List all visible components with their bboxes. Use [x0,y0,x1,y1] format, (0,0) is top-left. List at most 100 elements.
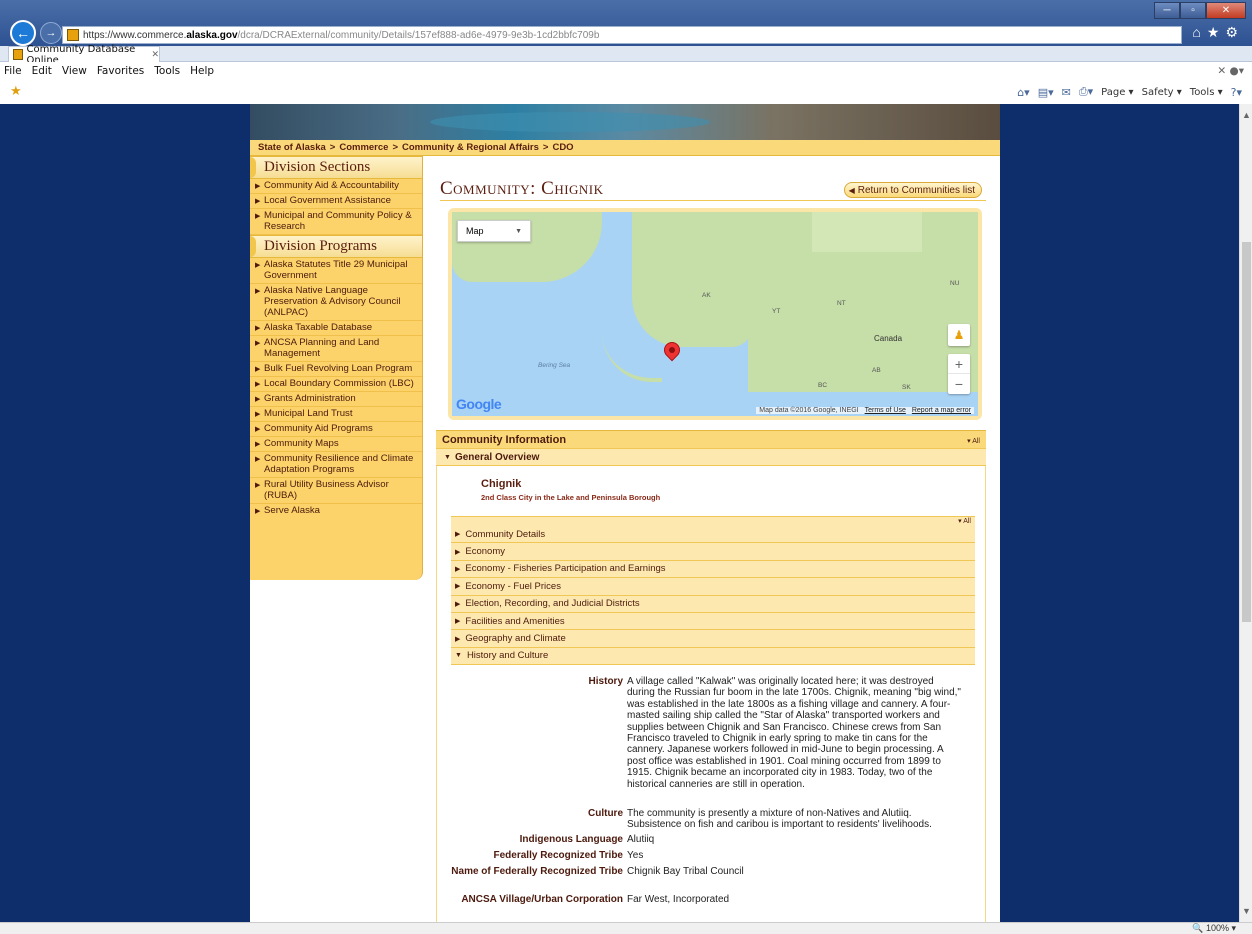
nav-programs-list: ▶ Alaska Statutes Title 29 Municipal Gove… [250,258,422,518]
minimize-button[interactable]: ─ [1154,2,1180,19]
field-label: Federally Recognized Tribe [493,850,623,861]
feeds-icon[interactable]: ▤▾ [1038,86,1054,99]
history-row: Name of Federally Recognized Tribe Chign… [437,866,987,894]
safety-menu[interactable]: Safety ▾ [1142,87,1182,98]
zoom-in-button[interactable]: + [948,354,970,374]
nav-link[interactable]: ▶ Local Government Assistance [250,194,422,209]
nav-arrow-icon: ▶ [255,508,261,515]
expand-all-toggle[interactable]: ▾ All [967,437,980,445]
section-community-details[interactable]: ▶ Community Details [451,526,975,544]
section-election-districts[interactable]: ▶ Election, Recording, and Judicial Distr… [451,595,975,613]
nav-link[interactable]: ▶ Alaska Statutes Title 29 Municipal Gove… [250,258,422,284]
nav-link[interactable]: ▶ Community Aid & Accountability [250,179,422,194]
nav-link[interactable]: ▶ ANCSA Planning and Land Management [250,336,422,362]
general-overview-label: General Overview [454,451,540,463]
nav-link[interactable]: ▶ Rural Utility Business Advisor (RUBA) [250,478,422,504]
map-zoom-control: + − [948,354,970,394]
collapsed-caret-icon: ▶ [455,618,461,626]
section-economy-fisheries[interactable]: ▶ Economy - Fisheries Participation and E… [451,560,975,579]
nav-arrow-icon: ▶ [255,213,261,220]
scrollbar-thumb[interactable] [1242,242,1251,622]
settings-gear-icon[interactable]: ⚙ [1225,24,1244,40]
nav-link[interactable]: ▶ Community Aid Programs [250,422,422,437]
section-history-culture[interactable]: ▼ History and Culture [451,647,975,666]
scroll-down-arrow-icon[interactable]: ▼ [1242,906,1251,916]
breadcrumb-dcra-link[interactable]: Community & Regional Affairs [402,142,539,153]
url-domain: alaska.gov [186,29,238,41]
favorites-star-icon[interactable]: ★ [1207,24,1226,40]
maximize-button[interactable]: ▫ [1180,2,1206,19]
scroll-up-arrow-icon[interactable]: ▲ [1242,110,1251,120]
nav-arrow-icon: ▶ [255,396,261,403]
address-bar[interactable]: https://www.commerce. alaska.gov/dcra/DCR… [62,26,1182,44]
tab-active[interactable]: Community Database Online ✕ [8,44,160,66]
nav-arrow-icon: ▶ [255,456,261,463]
print-icon[interactable]: ⎙▾ [1079,85,1093,99]
section-geography-climate[interactable]: ▶ Geography and Climate [451,630,975,648]
lock-icon[interactable]: ▣ [1142,29,1155,41]
community-map[interactable]: AK YT NT NU Canada Bering Sea BC AB SK M… [452,212,978,416]
nav-link[interactable]: ▶ Local Boundary Commission (LBC) [250,377,422,392]
nav-arrow-icon: ▶ [255,366,261,373]
vertical-scrollbar[interactable]: ▲ ▼ [1239,104,1252,922]
mail-icon[interactable]: ✉ [1062,86,1071,99]
close-button[interactable]: ✕ [1206,2,1246,19]
breadcrumb-state-link[interactable]: State of Alaska [258,142,326,153]
browser-titlebar: ← → https://www.commerce. alaska.gov/dcra… [0,0,1252,46]
address-tools[interactable]: ⚲▣↻ [1131,28,1168,41]
report-map-error-link[interactable]: Report a map error [912,407,971,414]
nav-link[interactable]: ▶ Serve Alaska [250,504,422,518]
zoom-level[interactable]: 🔍 100% ▾ [1192,923,1236,934]
nav-link[interactable]: ▶ Grants Administration [250,392,422,407]
map-label-canada: Canada [874,334,903,343]
menu-favorites[interactable]: Favorites [97,65,144,77]
left-navigation: Division Sections ▶ Community Aid & Accou… [250,156,423,580]
menu-help[interactable]: Help [190,65,214,77]
zoom-out-button[interactable]: − [948,374,970,394]
menu-edit[interactable]: Edit [32,65,52,77]
map-type-dropdown[interactable]: Map ▼ [457,220,531,242]
nav-link[interactable]: ▶ Municipal and Community Policy & Resear… [250,209,422,235]
expanded-caret-icon: ▼ [444,453,451,461]
sections-expand-all-toggle[interactable]: ▾ All [451,516,975,526]
home-icon[interactable]: ⌂ [1192,24,1206,40]
map-data-attribution: Map data ©2016 Google, INEGI [759,407,859,414]
section-economy-fuel-prices[interactable]: ▶ Economy - Fuel Prices [451,578,975,596]
nav-link[interactable]: ▶ Bulk Fuel Revolving Loan Program [250,362,422,377]
return-to-communities-button[interactable]: ◀ Return to Communities list [843,182,982,198]
home-icon[interactable]: ⌂▾ [1017,86,1030,99]
nav-heading-division-programs: Division Programs [250,235,422,258]
nav-link[interactable]: ▶ Community Maps [250,437,422,452]
refresh-icon[interactable]: ↻ [1156,29,1168,41]
back-button[interactable]: ← [10,20,36,46]
general-overview-toggle[interactable]: ▼ General Overview [436,448,986,466]
street-view-pegman-icon[interactable]: ♟ [948,324,970,346]
help-icon[interactable]: ?▾ [1231,86,1242,99]
header-banner-image [250,104,1000,140]
breadcrumb-commerce-link[interactable]: Commerce [339,142,388,153]
menu-view[interactable]: View [62,65,87,77]
land-peninsula [602,332,662,382]
nav-link[interactable]: ▶ Community Resilience and Climate Adapta… [250,452,422,478]
map-marker-pin-icon[interactable] [660,338,684,364]
page-menu[interactable]: Page ▾ [1101,87,1133,98]
section-facilities-amenities[interactable]: ▶ Facilities and Amenities [451,612,975,631]
menubar-close-icon[interactable]: ✕ ●▾ [1217,65,1244,77]
nav-link[interactable]: ▶ Alaska Native Language Preservation & A… [250,284,422,321]
map-attribution: Map data ©2016 Google, INEGI Terms of Us… [756,407,974,414]
nav-heading-division-sections: Division Sections [250,156,422,179]
menu-tools[interactable]: Tools [154,65,180,77]
menu-file[interactable]: File [4,65,22,77]
terms-of-use-link[interactable]: Terms of Use [865,407,906,414]
nav-link[interactable]: ▶ Alaska Taxable Database [250,321,422,336]
map-label-bering-sea: Bering Sea [538,362,571,369]
add-favorites-icon[interactable]: ★ [10,84,22,99]
tab-close-icon[interactable]: ✕ [151,50,159,60]
tools-menu[interactable]: Tools ▾ [1190,87,1223,98]
nav-arrow-icon: ▶ [255,340,261,347]
search-icon[interactable]: ⚲ [1131,29,1142,41]
section-economy[interactable]: ▶ Economy [451,543,975,561]
forward-button[interactable]: → [40,22,62,44]
left-arrow-icon: ◀ [848,185,855,195]
nav-link[interactable]: ▶ Municipal Land Trust [250,407,422,422]
